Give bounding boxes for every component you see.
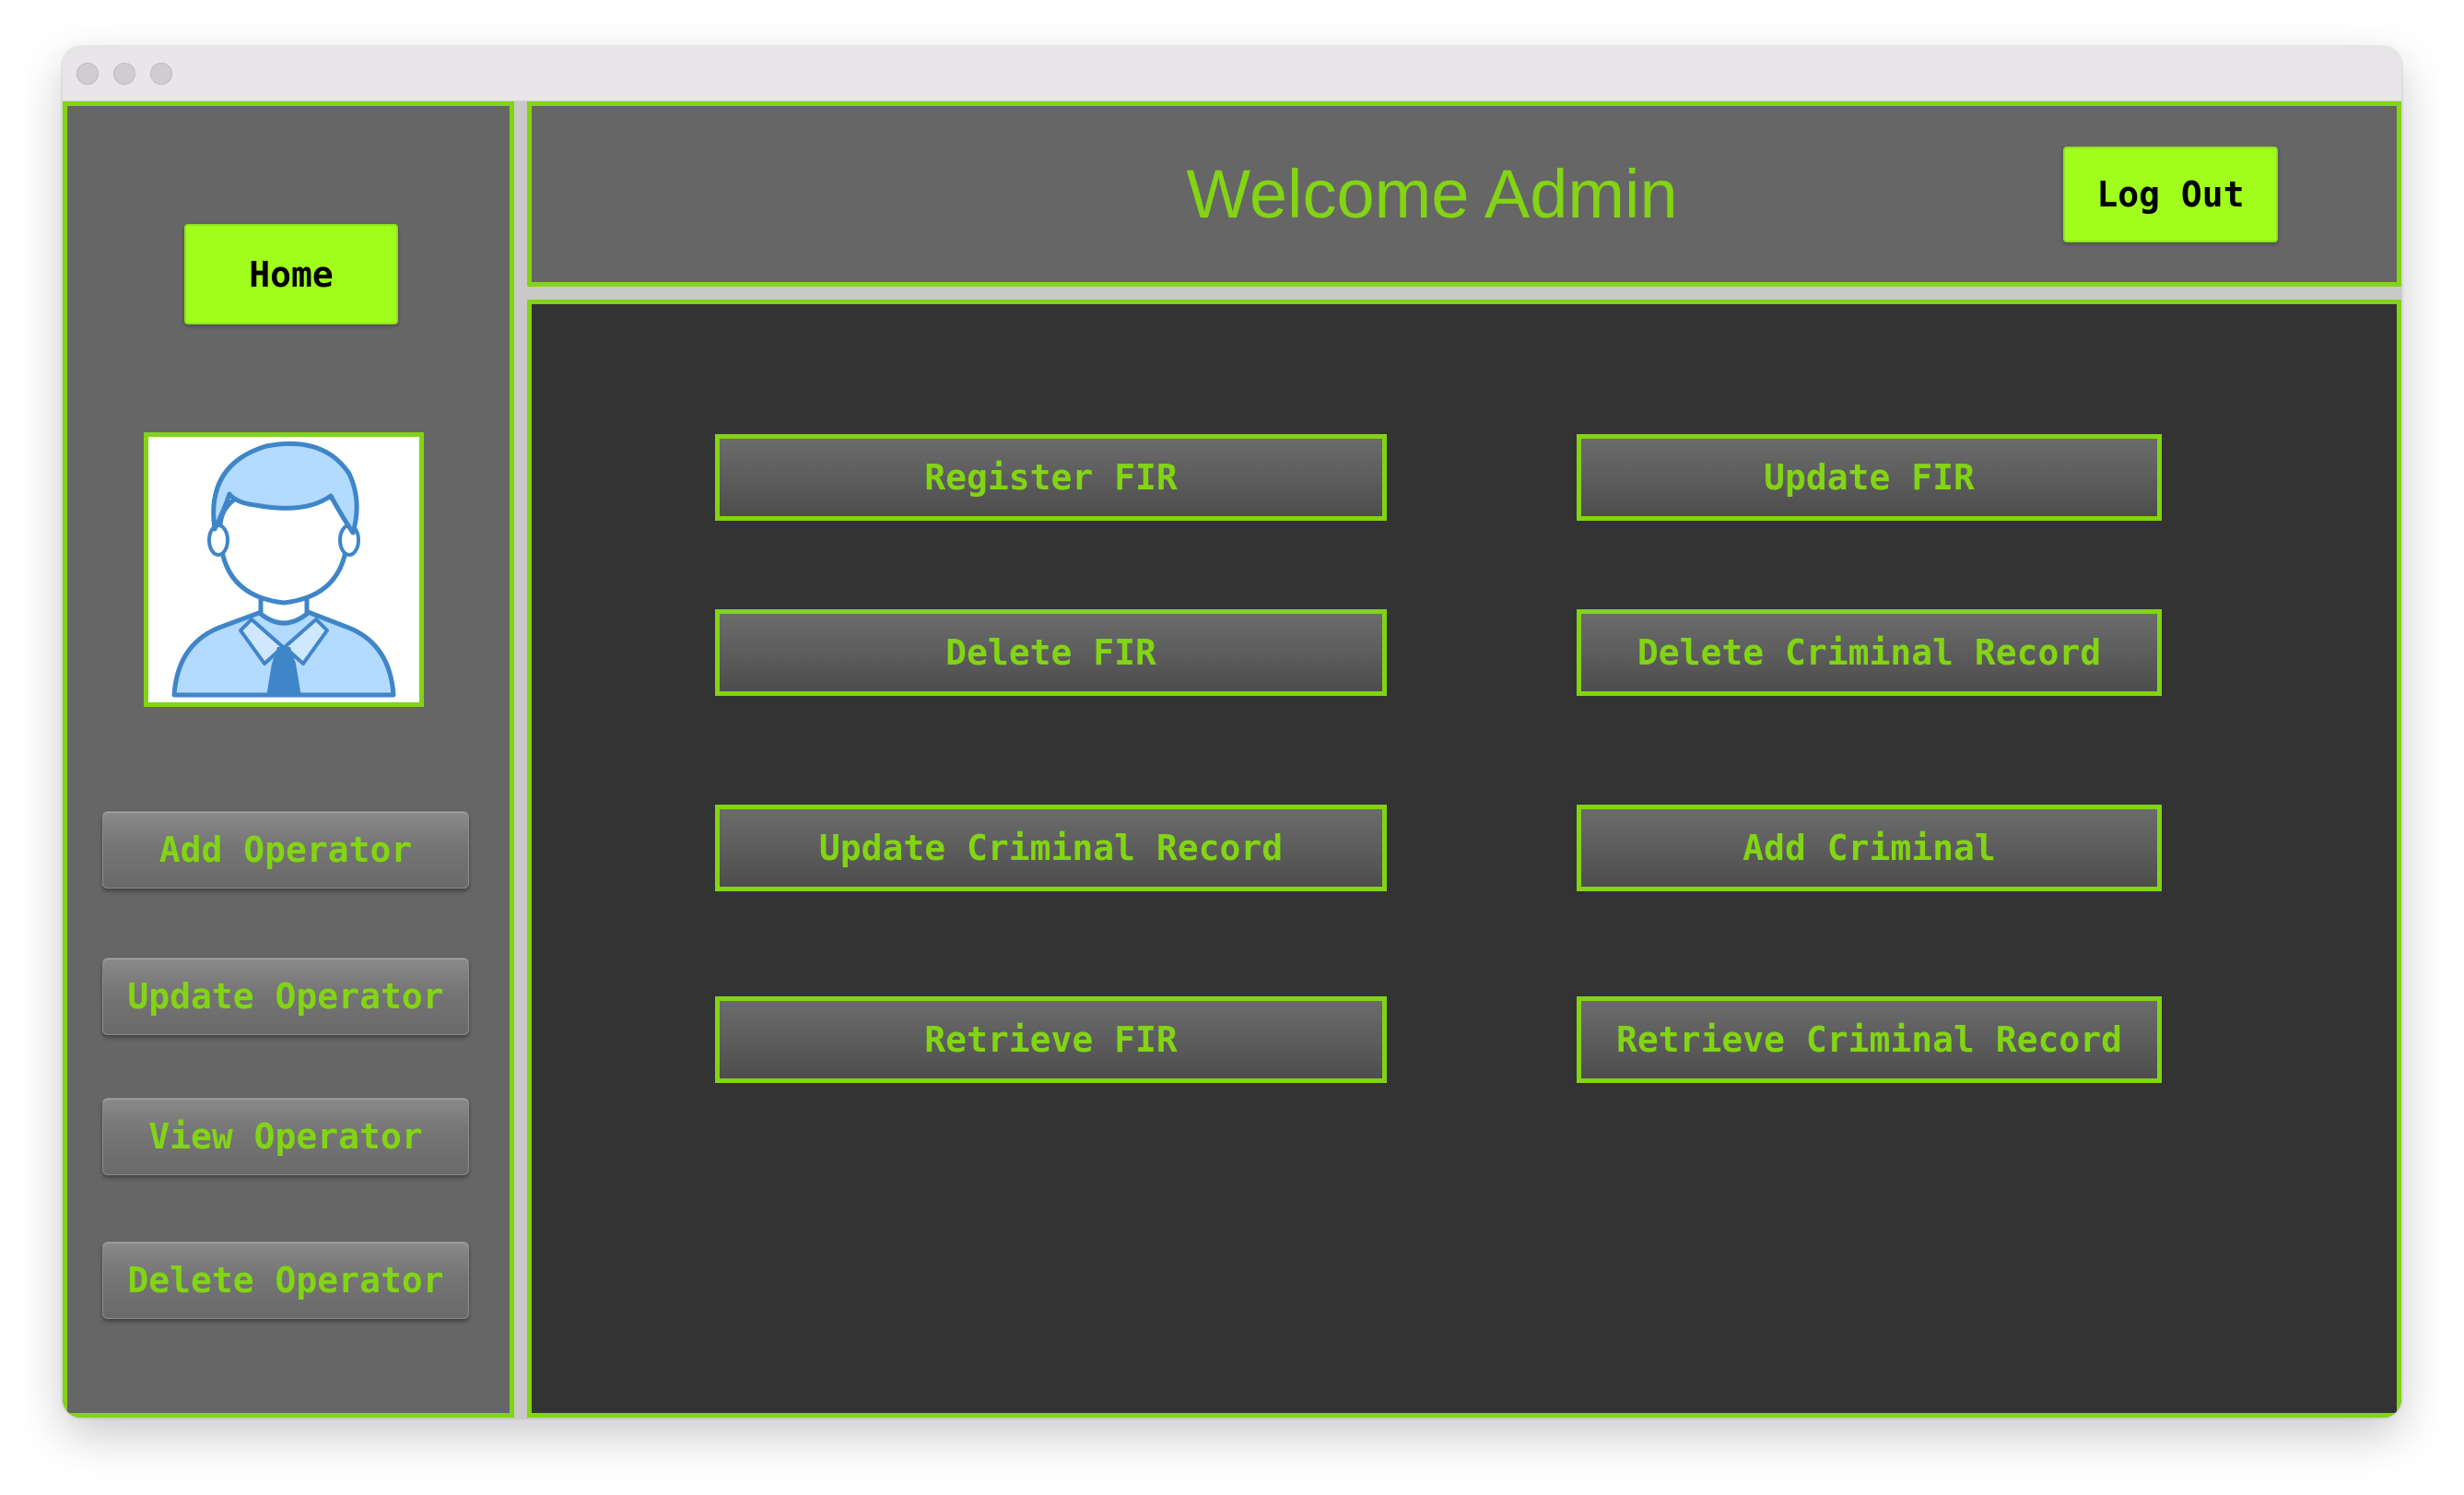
retrieve-fir-button[interactable]: Retrieve FIR <box>715 996 1387 1083</box>
delete-operator-button[interactable]: Delete Operator <box>102 1242 469 1319</box>
app-window: Home Add Operator Update Operator View O… <box>63 47 2401 1418</box>
view-operator-button[interactable]: View Operator <box>102 1098 469 1175</box>
delete-fir-button[interactable]: Delete FIR <box>715 609 1387 696</box>
header-bar: Welcome Admin Log Out <box>527 101 2401 287</box>
sidebar: Home Add Operator Update Operator View O… <box>63 101 514 1418</box>
zoom-window-button[interactable] <box>150 63 172 85</box>
update-criminal-record-button[interactable]: Update Criminal Record <box>715 805 1387 891</box>
main-content: Register FIR Update FIR Delete FIR Delet… <box>527 300 2401 1418</box>
window-titlebar <box>63 47 2401 101</box>
add-criminal-button[interactable]: Add Criminal <box>1577 805 2162 891</box>
register-fir-button[interactable]: Register FIR <box>715 434 1387 521</box>
avatar <box>144 432 424 707</box>
logout-button[interactable]: Log Out <box>2063 147 2278 242</box>
retrieve-criminal-record-button[interactable]: Retrieve Criminal Record <box>1577 996 2162 1083</box>
minimize-window-button[interactable] <box>113 63 135 85</box>
delete-criminal-record-button[interactable]: Delete Criminal Record <box>1577 609 2162 696</box>
update-operator-button[interactable]: Update Operator <box>102 958 469 1035</box>
user-avatar-icon <box>171 441 396 698</box>
add-operator-button[interactable]: Add Operator <box>102 811 469 889</box>
close-window-button[interactable] <box>76 63 99 85</box>
home-button[interactable]: Home <box>184 224 398 324</box>
update-fir-button[interactable]: Update FIR <box>1577 434 2162 521</box>
